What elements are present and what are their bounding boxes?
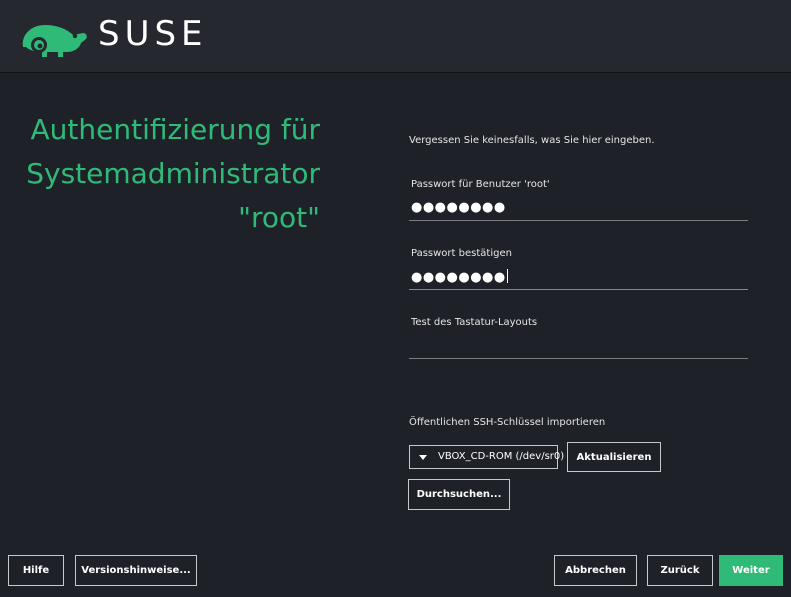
confirm-password-field[interactable]: ●●●●●●●● [409,267,748,290]
installer-window: SUSE Authentifizierung für Systemadminis… [0,0,791,597]
password-field[interactable]: ●●●●●●●● [409,198,748,221]
dropdown-arrow-icon [419,455,427,460]
password-value: ●●●●●●●● [411,200,506,215]
release-notes-button[interactable]: Versionshinweise... [75,555,197,586]
abort-button[interactable]: Abbrechen [554,555,637,586]
page-title-line-3: "root" [238,201,320,234]
header: SUSE [0,0,791,73]
next-button[interactable]: Weiter [719,555,783,586]
ssh-device-select[interactable]: VBOX_CD-ROM (/dev/sr0) [409,445,564,469]
ssh-import-label: Öffentlichen SSH-Schlüssel importieren [409,417,606,428]
browse-button[interactable]: Durchsuchen... [408,479,510,510]
text-cursor [506,269,508,283]
keyboard-test-label: Test des Tastatur-Layouts [411,317,538,328]
suse-chameleon-icon [22,25,87,57]
page-title-line-2: Systemadministrator [26,157,320,190]
confirm-password-label: Passwort bestätigen [411,248,512,259]
brand-name: SUSE [98,14,208,54]
ssh-device-value: VBOX_CD-ROM (/dev/sr0) [438,451,565,462]
back-button[interactable]: Zurück [647,555,713,586]
page-title: Authentifizierung für Systemadministrato… [0,108,320,240]
help-button[interactable]: Hilfe [8,555,64,586]
hint-text: Vergessen Sie keinesfalls, was Sie hier … [409,135,655,146]
password-label: Passwort für Benutzer 'root' [411,179,550,190]
refresh-button[interactable]: Aktualisieren [567,442,661,472]
keyboard-test-field[interactable] [409,336,748,359]
confirm-password-value: ●●●●●●●● [411,270,506,285]
page-title-line-1: Authentifizierung für [30,113,321,146]
